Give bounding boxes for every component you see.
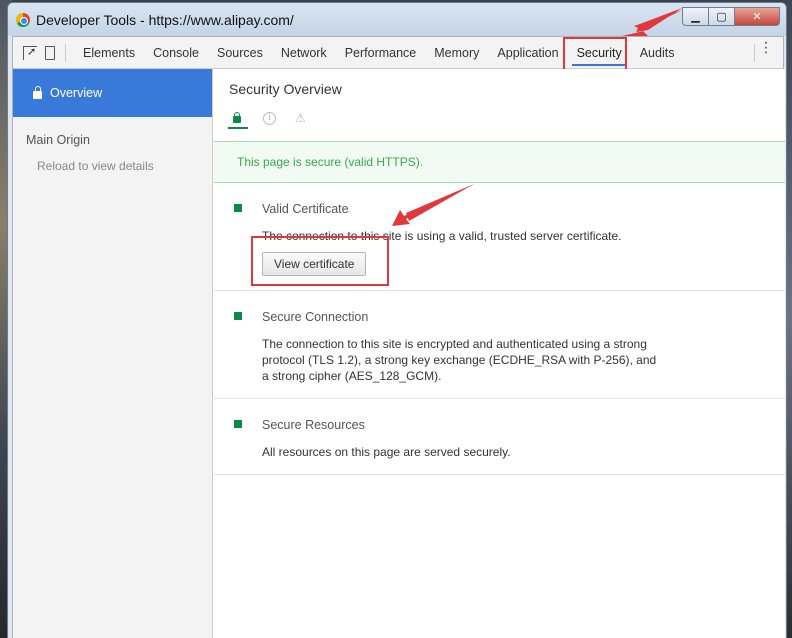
tab-application[interactable]: Application — [488, 37, 567, 68]
security-state-icons: i ⚠ — [229, 111, 785, 125]
secure-lock-icon — [233, 112, 241, 123]
main-origin-heading: Main Origin — [26, 133, 90, 147]
secure-status-banner: This page is secure (valid HTTPS). — [214, 141, 785, 183]
page-title: Security Overview — [229, 81, 342, 97]
info-icon: i — [263, 111, 276, 125]
tab-label: Audits — [639, 45, 675, 60]
toolbar-divider — [65, 43, 66, 62]
warning-icon: ⚠ — [295, 111, 306, 125]
security-overview-panel: Security Overview i ⚠ This page is secur… — [214, 69, 785, 638]
reload-hint: Reload to view details — [37, 159, 154, 173]
section-secure-connection: Secure Connection The connection to this… — [214, 291, 785, 399]
window-controls: ▁ ▢ ✕ — [682, 7, 780, 26]
more-options-icon[interactable]: ⋮ — [759, 40, 773, 54]
tab-label: Memory — [434, 45, 480, 60]
tab-label: Network — [280, 45, 327, 60]
secure-bullet-icon — [234, 420, 242, 428]
lock-icon — [33, 85, 42, 99]
section-valid-certificate: Valid Certificate The connection to this… — [214, 183, 785, 291]
secure-bullet-icon — [234, 204, 242, 212]
tab-label: Performance — [344, 45, 417, 60]
overview-header: Security Overview i ⚠ — [214, 69, 785, 141]
tab-label: Console — [153, 45, 199, 60]
toolbar-divider-right — [754, 44, 755, 62]
tab-label: Application — [497, 45, 559, 60]
security-sidebar: Overview Main Origin Reload to view deta… — [13, 69, 213, 638]
secure-state-indicator — [228, 127, 248, 129]
section-title: Secure Resources — [262, 418, 365, 432]
tab-label: Sources — [216, 45, 263, 60]
section-title: Secure Connection — [262, 310, 369, 324]
sidebar-item-overview[interactable]: Overview — [13, 69, 212, 117]
section-description: All resources on this page are served se… — [262, 445, 511, 459]
view-certificate-annotation-box — [251, 236, 389, 286]
window-title: Developer Tools - https://www.alipay.com… — [36, 11, 294, 28]
title-bar[interactable]: Developer Tools - https://www.alipay.com… — [8, 3, 786, 36]
tab-label: Elements — [83, 45, 136, 60]
section-secure-resources: Secure Resources All resources on this p… — [214, 399, 785, 475]
sidebar-item-label: Overview — [50, 86, 103, 100]
section-title: Valid Certificate — [262, 202, 349, 216]
tab-console[interactable]: Console — [144, 37, 208, 68]
device-toolbar-icon[interactable] — [45, 45, 55, 60]
devtools-toolbar: Elements Console Sources Network Perform… — [13, 37, 783, 75]
chrome-logo-icon — [16, 12, 30, 27]
minimize-button[interactable]: ▁ — [682, 7, 709, 26]
inspect-element-icon[interactable] — [23, 45, 37, 60]
close-button[interactable]: ✕ — [734, 7, 780, 26]
banner-text: This page is secure (valid HTTPS). — [237, 155, 424, 169]
tab-memory[interactable]: Memory — [425, 37, 488, 68]
tab-network[interactable]: Network — [272, 37, 336, 68]
tab-elements[interactable]: Elements — [74, 37, 144, 68]
maximize-button[interactable]: ▢ — [708, 7, 735, 26]
secure-bullet-icon — [234, 312, 242, 320]
tab-performance[interactable]: Performance — [336, 37, 426, 68]
tab-sources[interactable]: Sources — [208, 37, 272, 68]
devtools-window: Developer Tools - https://www.alipay.com… — [7, 2, 787, 638]
section-description: The connection to this site is encrypted… — [262, 337, 657, 383]
devtools-panel: Elements Console Sources Network Perform… — [12, 36, 785, 638]
tab-audits[interactable]: Audits — [631, 37, 684, 68]
